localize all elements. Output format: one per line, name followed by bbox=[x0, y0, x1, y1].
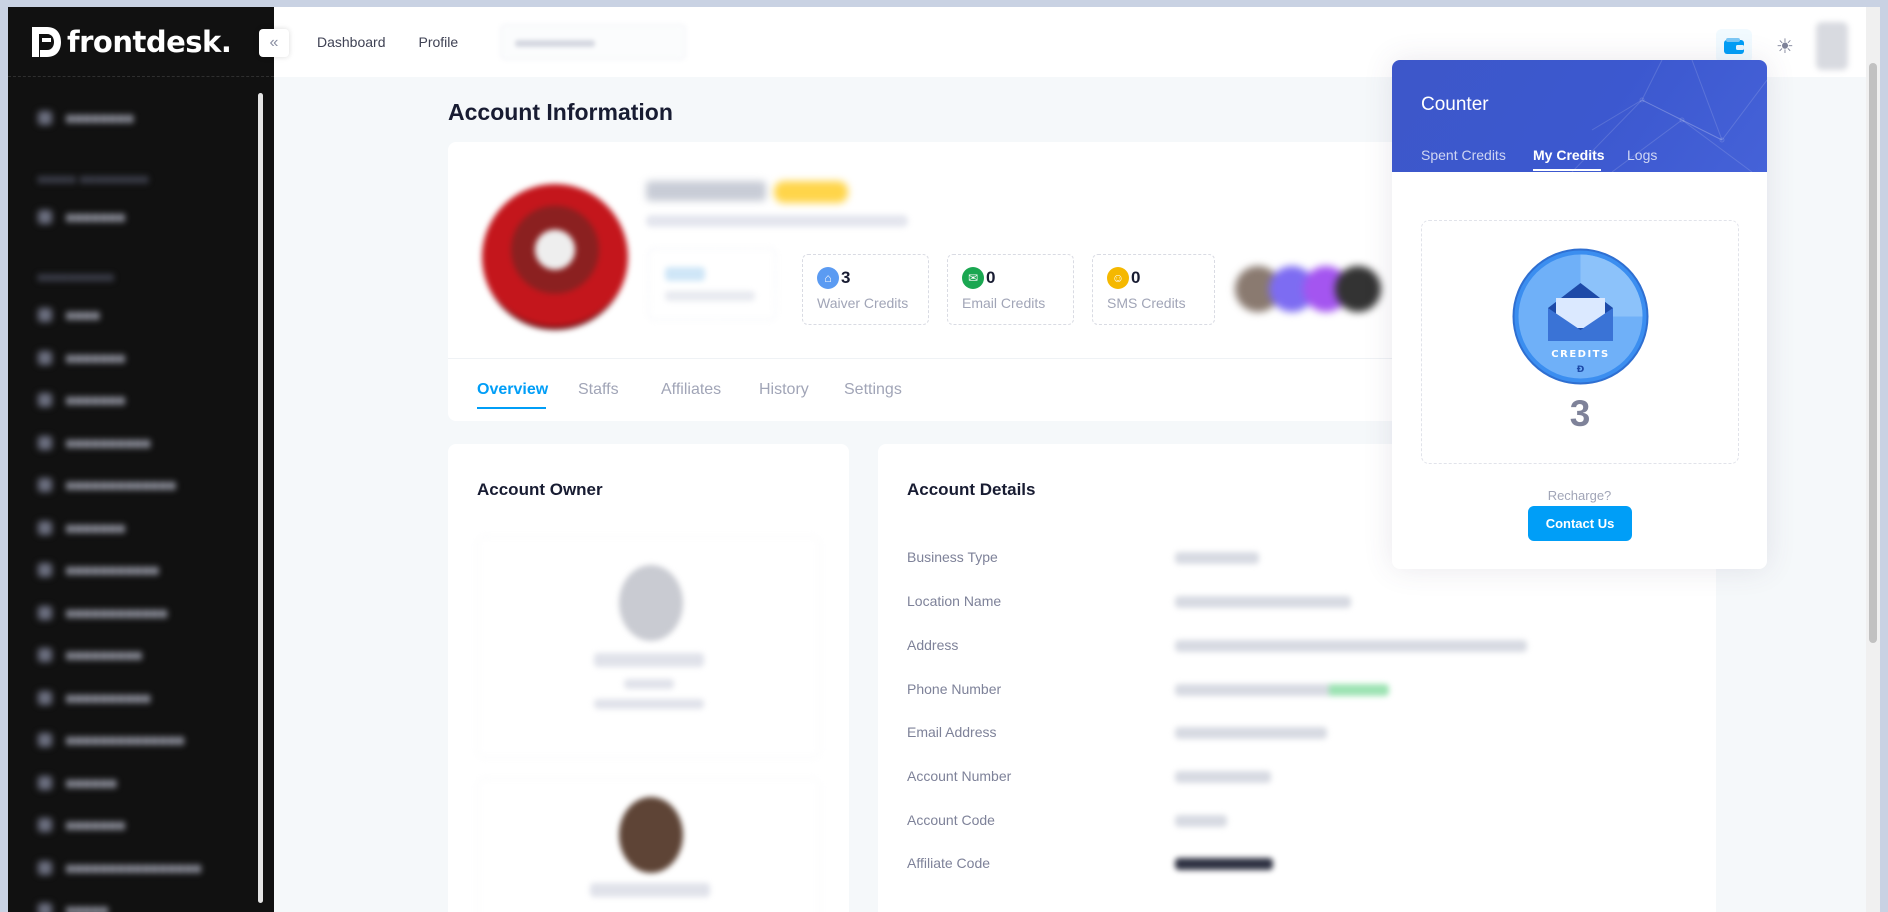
tab-logs[interactable]: Logs bbox=[1627, 147, 1657, 163]
sidebar-item[interactable]: ■■■■■■■■ bbox=[38, 97, 256, 140]
sidebar-item[interactable]: ■■■■■ bbox=[38, 889, 256, 912]
detail-label: Phone Number bbox=[907, 681, 1002, 697]
detail-label: Address bbox=[907, 637, 959, 653]
counter-title: Counter bbox=[1421, 94, 1489, 115]
business-avatar bbox=[482, 184, 628, 330]
detail-label: Account Number bbox=[907, 768, 1012, 784]
credits-badge-icon: CREDITS Ð bbox=[1512, 248, 1649, 385]
double-chevron-left-icon: « bbox=[269, 34, 279, 51]
tab-staffs[interactable]: Staffs bbox=[578, 381, 619, 399]
sidebar-nav: ■■■■■■■■ ■■■■■ ■■■■■■■■■ ■■■■■■■ ■■■■■■■… bbox=[8, 77, 274, 912]
chat-icon: ☺ bbox=[1107, 267, 1129, 289]
sidebar-item[interactable]: ■■■■■■■■■■■■■ bbox=[38, 464, 256, 507]
tab-history[interactable]: History bbox=[759, 381, 809, 399]
detail-label: Affiliate Code bbox=[907, 855, 991, 871]
svg-text:Ð: Ð bbox=[1577, 365, 1585, 375]
tab-spent-credits[interactable]: Spent Credits bbox=[1421, 147, 1506, 163]
detail-value bbox=[1175, 771, 1271, 783]
brand-logo[interactable]: frontdesk. bbox=[8, 7, 274, 77]
detail-value bbox=[1175, 596, 1351, 608]
window-scrollbar[interactable] bbox=[1866, 7, 1880, 912]
sidebar-item[interactable]: ■■■■■■■■■■ bbox=[38, 422, 256, 465]
location-select[interactable] bbox=[500, 24, 687, 60]
frontdesk-logo-icon bbox=[29, 24, 63, 60]
owner-entry bbox=[477, 536, 820, 758]
my-credits-box: CREDITS Ð 3 bbox=[1421, 220, 1739, 464]
detail-value bbox=[1175, 727, 1327, 739]
detail-value bbox=[1175, 684, 1389, 696]
brand-name: frontdesk. bbox=[67, 24, 232, 59]
theme-toggle-button[interactable]: ☀ bbox=[1770, 31, 1800, 61]
page-title: Account Information bbox=[448, 99, 673, 125]
recharge-text: Recharge? bbox=[1547, 488, 1612, 503]
house-icon: ⌂ bbox=[817, 267, 839, 289]
sun-icon: ☀ bbox=[1776, 35, 1794, 58]
sidebar-item[interactable]: ■■■■■■■ bbox=[38, 337, 256, 380]
stat-waiver-credits: ⌂ 3 Waiver Credits bbox=[802, 254, 929, 325]
sidebar-scrollbar[interactable] bbox=[258, 93, 263, 903]
user-avatar[interactable] bbox=[1816, 22, 1848, 70]
detail-label: Business Type bbox=[907, 549, 998, 565]
sidebar-section: ■■■■■■■■■■ bbox=[38, 272, 115, 284]
collapse-sidebar-button[interactable]: « bbox=[259, 29, 289, 57]
account-owner-card: Account Owner bbox=[448, 444, 849, 912]
credits-wallet-button[interactable] bbox=[1716, 29, 1752, 63]
tab-my-credits[interactable]: My Credits bbox=[1533, 147, 1605, 163]
sidebar: frontdesk. ■■■■■■■■ ■■■■■ ■■■■■■■■■ ■■■■… bbox=[8, 7, 274, 912]
sidebar-item[interactable]: ■■■■■■■■■■■■■■ bbox=[38, 719, 256, 762]
app-window: frontdesk. ■■■■■■■■ ■■■■■ ■■■■■■■■■ ■■■■… bbox=[8, 7, 1880, 912]
sidebar-item[interactable]: ■■■■■■■ bbox=[38, 507, 256, 550]
detail-value bbox=[1175, 552, 1259, 564]
tab-overview[interactable]: Overview bbox=[477, 381, 548, 399]
counter-active-tab-indicator bbox=[1533, 169, 1601, 171]
sidebar-item[interactable]: ■■■■■■■■■■ bbox=[38, 677, 256, 720]
tab-settings[interactable]: Settings bbox=[844, 381, 902, 399]
counter-header: Counter Spent Credits My Credits Logs bbox=[1392, 60, 1767, 172]
sidebar-item[interactable]: ■■■■■■■ bbox=[38, 379, 256, 422]
envelope-icon: ✉ bbox=[962, 267, 984, 289]
staff-avatars bbox=[1235, 264, 1381, 314]
business-subtitle bbox=[646, 215, 908, 227]
sidebar-item[interactable]: ■■■■■■■■■■■■ bbox=[38, 592, 256, 635]
tab-affiliates[interactable]: Affiliates bbox=[661, 381, 721, 399]
account-owner-title: Account Owner bbox=[477, 480, 603, 499]
detail-value bbox=[1175, 640, 1527, 652]
sidebar-item[interactable]: ■■■■■■ bbox=[38, 762, 256, 805]
sidebar-item[interactable]: ■■■■■■■■■■■ bbox=[38, 549, 256, 592]
sidebar-section: ■■■■■ ■■■■■■■■■ bbox=[38, 173, 150, 186]
nav-profile[interactable]: Profile bbox=[419, 34, 459, 50]
active-tab-indicator bbox=[477, 407, 546, 409]
stat-sms-credits: ☺ 0 SMS Credits bbox=[1092, 254, 1215, 325]
business-name bbox=[646, 177, 848, 205]
sidebar-item[interactable]: ■■■■■■■■■ bbox=[38, 634, 256, 677]
detail-label: Account Code bbox=[907, 812, 995, 828]
nav-dashboard[interactable]: Dashboard bbox=[317, 34, 386, 50]
detail-value bbox=[1175, 858, 1273, 870]
wallet-icon bbox=[1724, 38, 1744, 54]
detail-value bbox=[1175, 815, 1227, 827]
sidebar-item[interactable]: ■■■■■■■■■■■■■■■■ bbox=[38, 847, 256, 890]
detail-label: Email Address bbox=[907, 724, 997, 740]
owner-entry bbox=[477, 778, 820, 912]
sidebar-item[interactable]: ■■■■■■■ bbox=[38, 804, 256, 847]
stat-email-credits: ✉ 0 Email Credits bbox=[947, 254, 1074, 325]
stat-card bbox=[648, 248, 776, 320]
contact-us-button[interactable]: Contact Us bbox=[1528, 506, 1632, 541]
sidebar-item[interactable]: ■■■■ bbox=[38, 294, 256, 337]
my-credits-count: 3 bbox=[1569, 393, 1591, 434]
detail-label: Location Name bbox=[907, 593, 1002, 609]
counter-popup: Counter Spent Credits My Credits Logs CR… bbox=[1392, 60, 1767, 569]
sidebar-item[interactable]: ■■■■■■■ bbox=[38, 196, 256, 239]
svg-text:CREDITS: CREDITS bbox=[1551, 349, 1609, 360]
account-details-title: Account Details bbox=[907, 480, 1036, 499]
